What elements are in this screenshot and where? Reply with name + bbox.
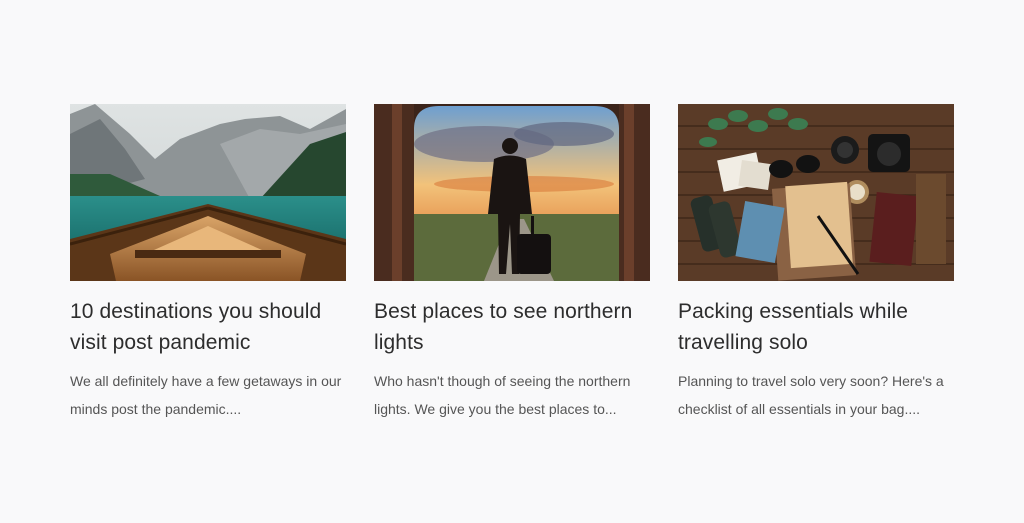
blog-card-list: 10 destinations you should visit post pa…: [70, 104, 954, 423]
blog-card[interactable]: Best places to see northern lights Who h…: [374, 104, 650, 423]
card-title: 10 destinations you should visit post pa…: [70, 300, 322, 354]
card-excerpt: Who hasn't though of seeing the northern…: [374, 373, 631, 417]
card-image-link[interactable]: [70, 104, 346, 281]
blog-card[interactable]: 10 destinations you should visit post pa…: [70, 104, 346, 423]
traveler-sunset-image: [374, 104, 650, 281]
card-image-link[interactable]: [374, 104, 650, 281]
card-title: Best places to see northern lights: [374, 300, 633, 354]
card-image-link[interactable]: [678, 104, 954, 281]
travel-flatlay-image: [678, 104, 954, 281]
card-excerpt: We all definitely have a few getaways in…: [70, 373, 342, 417]
card-title: Packing essentials while travelling solo: [678, 300, 909, 354]
card-excerpt: Planning to travel solo very soon? Here'…: [678, 373, 944, 417]
card-title-link[interactable]: 10 destinations you should visit post pa…: [70, 296, 346, 358]
blog-card[interactable]: Packing essentials while travelling solo…: [678, 104, 954, 423]
card-title-link[interactable]: Best places to see northern lights: [374, 296, 650, 358]
card-title-link[interactable]: Packing essentials while travelling solo: [678, 296, 954, 358]
mountain-lake-boat-image: [70, 104, 346, 281]
